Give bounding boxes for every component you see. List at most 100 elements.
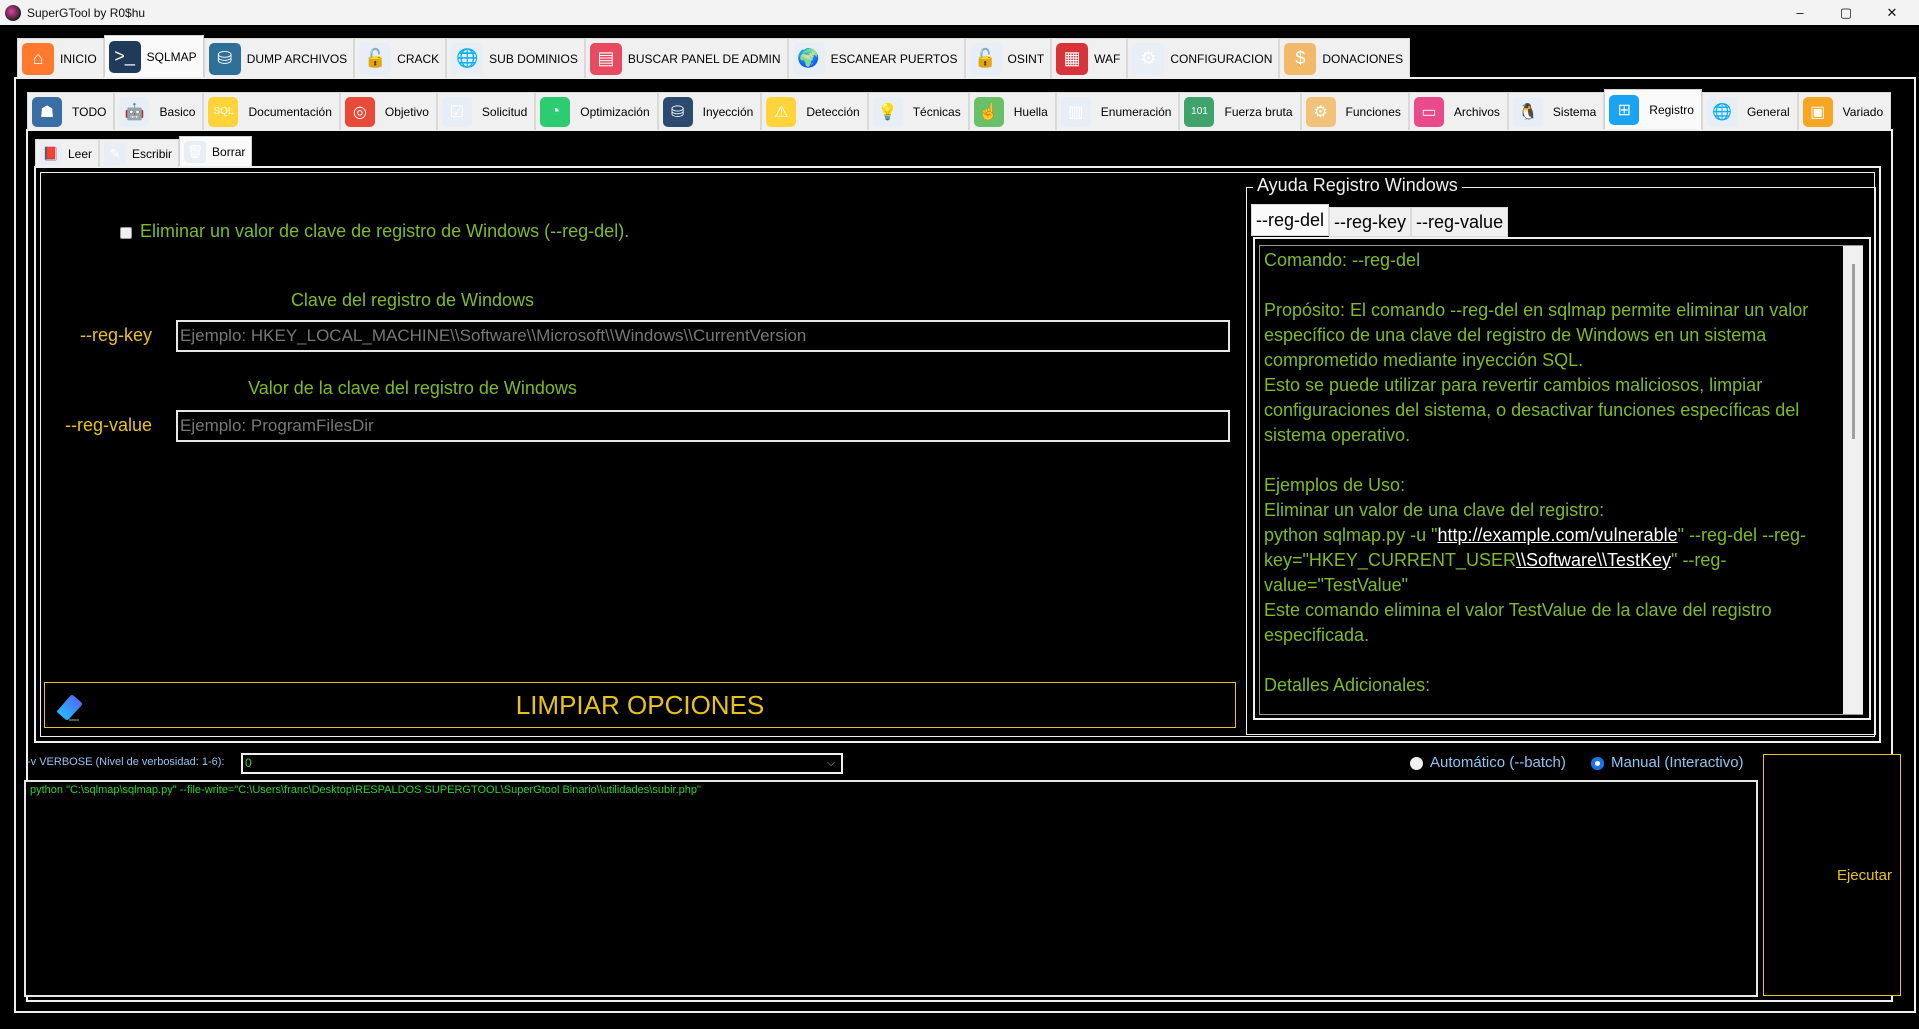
- help-tab-reg-value[interactable]: --reg-value: [1411, 207, 1509, 237]
- execute-button[interactable]: Ejecutar: [1763, 754, 1901, 996]
- help-details-title: Detalles Adicionales:: [1264, 675, 1431, 695]
- sqlmap-tab-todo[interactable]: ☗ TODO: [27, 92, 115, 130]
- registry-tab-leer[interactable]: 📕 Leer: [35, 139, 100, 167]
- maximize-button[interactable]: ▢: [1823, 0, 1869, 25]
- idea-gear-icon: 💡: [872, 96, 903, 127]
- title-bar: SuperGTool by R0$hu – ▢ ✕: [0, 0, 1919, 25]
- sqlmap-tab-basico[interactable]: 🤖 Basico: [114, 92, 204, 130]
- manual-mode-radio[interactable]: [1591, 757, 1604, 770]
- sqlmap-tab-label: Funciones: [1345, 104, 1401, 119]
- linux-penguin-icon: 🐧: [1512, 96, 1543, 127]
- sqlmap-tab-sistema[interactable]: 🐧 Sistema: [1507, 92, 1605, 130]
- sqlmap-tab-solicitud[interactable]: ☑ Solicitud: [436, 92, 536, 130]
- terminal-icon: >_: [108, 40, 141, 73]
- help-title: Ayuda Registro Windows: [1253, 175, 1462, 196]
- unlock-icon: 🔓: [969, 42, 1002, 75]
- main-tab-inicio[interactable]: ⌂ INICIO: [17, 38, 104, 78]
- verbose-label: -v VERBOSE (Nivel de verbosidad: 1-6):: [27, 756, 225, 768]
- registry-tab-label: Borrar: [212, 144, 246, 159]
- sqlmap-tab-detección[interactable]: ⚠ Detección: [761, 92, 868, 130]
- sqlmap-tab-label: Huella: [1013, 104, 1048, 119]
- sqlmap-tab-inyección[interactable]: ⛁ Inyección: [657, 92, 762, 130]
- main-tab-label: OSINT: [1007, 51, 1045, 66]
- registry-tab-escribir[interactable]: ✎ Escribir: [99, 139, 180, 167]
- sqlmap-tab-label: General: [1746, 104, 1790, 119]
- batch-mode-radio[interactable]: [1410, 757, 1423, 770]
- reg-del-checkbox[interactable]: [120, 227, 132, 239]
- database-download-icon: ⛁: [208, 42, 241, 75]
- registry-subtabs: 📕 Leer ✎ Escribir 🗑 Borrar: [35, 136, 253, 167]
- fingerprint-icon: ☝: [973, 96, 1004, 127]
- registry-tab-borrar[interactable]: 🗑 Borrar: [179, 136, 253, 166]
- registry-tab-label: Escribir: [132, 146, 173, 161]
- help-tab-reg-del[interactable]: --reg-del: [1251, 204, 1330, 236]
- chevron-down-icon[interactable]: ⌵: [823, 755, 839, 772]
- sqlmap-tab-general[interactable]: 🌐 General: [1701, 92, 1798, 130]
- clear-options-label: LIMPIAR OPCIONES: [515, 689, 765, 720]
- target-icon: ◎: [344, 96, 375, 127]
- main-tab-label: DUMP ARCHIVOS: [246, 51, 348, 66]
- main-tab-crack[interactable]: 🔓 CRACK: [354, 38, 447, 78]
- sqlmap-tab-label: Documentación: [248, 104, 332, 119]
- reg-value-input[interactable]: [176, 410, 1230, 442]
- minimize-button[interactable]: –: [1777, 0, 1823, 25]
- sqlmap-tab-documentación[interactable]: SQL Documentación: [203, 92, 340, 130]
- sqlmap-tab-objetivo[interactable]: ◎ Objetivo: [339, 92, 437, 130]
- sqlmap-tab-label: Técnicas: [912, 104, 961, 119]
- manual-mode-label[interactable]: Manual (Interactivo): [1611, 754, 1744, 771]
- sqlmap-tab-optimización[interactable]: ◔ Optimización: [535, 92, 658, 130]
- main-tab-configuracion[interactable]: ⚙ CONFIGURACION: [1127, 38, 1280, 78]
- main-tab-osint[interactable]: 🔓 OSINT: [964, 38, 1052, 78]
- verbose-level-select[interactable]: 0 ⌵: [241, 753, 843, 774]
- database-syringe-icon: ⛁: [662, 96, 693, 127]
- sqlmap-tab-registro[interactable]: ⊞ Registro: [1604, 89, 1702, 129]
- close-button[interactable]: ✕: [1869, 0, 1915, 25]
- help-textbox[interactable]: Comando: --reg-del Propósito: El comando…: [1259, 245, 1863, 715]
- sqlmap-tab-fuerza-bruta[interactable]: 101 Fuerza bruta: [1179, 92, 1301, 130]
- example-path-link[interactable]: \\Software\\TestKey: [1516, 550, 1671, 570]
- reg-del-checkbox-label[interactable]: Eliminar un valor de clave de registro d…: [140, 221, 629, 242]
- sqlmap-tab-label: Variado: [1842, 104, 1884, 119]
- sqlmap-subtabs: ☗ TODO 🤖 Basico SQL Documentación ◎ Objetivo ☑ So…: [27, 89, 1892, 130]
- main-tab-escanear-puertos[interactable]: 🌍 ESCANEAR PUERTOS: [787, 38, 965, 78]
- main-tab-dump-archivos[interactable]: ⛁ DUMP ARCHIVOS: [203, 38, 355, 78]
- sqlmap-tab-funciones[interactable]: ⚙ Funciones: [1300, 92, 1409, 130]
- batch-mode-label[interactable]: Automático (--batch): [1430, 754, 1566, 771]
- command-output-textarea[interactable]: python "C:\sqlmap\sqlmap.py" --file-writ…: [24, 780, 1758, 997]
- sqlmap-tab-label: Inyección: [702, 104, 754, 119]
- main-tab-sub-dominios[interactable]: 🌐 SUB DOMINIOS: [446, 38, 585, 78]
- reg-key-input[interactable]: [176, 320, 1230, 352]
- sqlmap-tab-label: Fuerza bruta: [1224, 104, 1293, 119]
- main-tab-buscar-panel-de-admin[interactable]: ▤ BUSCAR PANEL DE ADMIN: [584, 38, 788, 78]
- help-tab-reg-key[interactable]: --reg-key: [1329, 207, 1412, 237]
- main-tabs: ⌂ INICIO >_ SQLMAP ⛁ DUMP ARCHIVOS 🔓 CRACK 🌐 SUB …: [17, 35, 1411, 78]
- main-tab-label: DONACIONES: [1322, 51, 1404, 66]
- main-tab-donaciones[interactable]: $ DONACIONES: [1279, 38, 1411, 78]
- sqlmap-tab-variado[interactable]: ▣ Variado: [1797, 92, 1892, 130]
- sqlmap-tab-enumeración[interactable]: ▥ Enumeración: [1055, 92, 1180, 130]
- sql-document-icon: SQL: [208, 96, 239, 127]
- example-url-link[interactable]: http://example.com/vulnerable: [1437, 525, 1677, 545]
- sqlmap-tab-label: Solicitud: [481, 104, 528, 119]
- example-cmd-prefix: python sqlmap.py -u ": [1264, 525, 1438, 545]
- main-tab-label: SQLMAP: [146, 49, 197, 64]
- help-examples-title: Ejemplos de Uso:: [1264, 475, 1406, 495]
- sqlmap-tab-label: Detección: [806, 104, 860, 119]
- firewall-icon: ▦: [1056, 42, 1089, 75]
- help-scrollbar[interactable]: [1843, 246, 1863, 714]
- sqlmap-tab-técnicas[interactable]: 💡 Técnicas: [867, 92, 969, 130]
- sqlmap-tab-huella[interactable]: ☝ Huella: [968, 92, 1056, 130]
- help-scrollbar-thumb[interactable]: [1852, 264, 1855, 439]
- main-tab-label: CONFIGURACION: [1170, 51, 1273, 66]
- help-example-description: Eliminar un valor de una clave del regis…: [1264, 500, 1605, 520]
- clear-options-button[interactable]: LIMPIAR OPCIONES: [44, 682, 1236, 728]
- sqlmap-tab-archivos[interactable]: ▭ Archivos: [1408, 92, 1508, 130]
- sqlmap-tab-label: Sistema: [1552, 104, 1597, 119]
- main-tab-waf[interactable]: ▦ WAF: [1051, 38, 1128, 78]
- admin-panel-icon: ▤: [589, 42, 622, 75]
- execute-label: Ejecutar: [1836, 866, 1892, 884]
- help-tabs: --reg-del --reg-key --reg-value: [1251, 204, 1509, 237]
- eraser-icon: [57, 695, 82, 721]
- registry-tab-label: Leer: [68, 146, 93, 161]
- main-tab-sqlmap[interactable]: >_ SQLMAP: [103, 35, 204, 77]
